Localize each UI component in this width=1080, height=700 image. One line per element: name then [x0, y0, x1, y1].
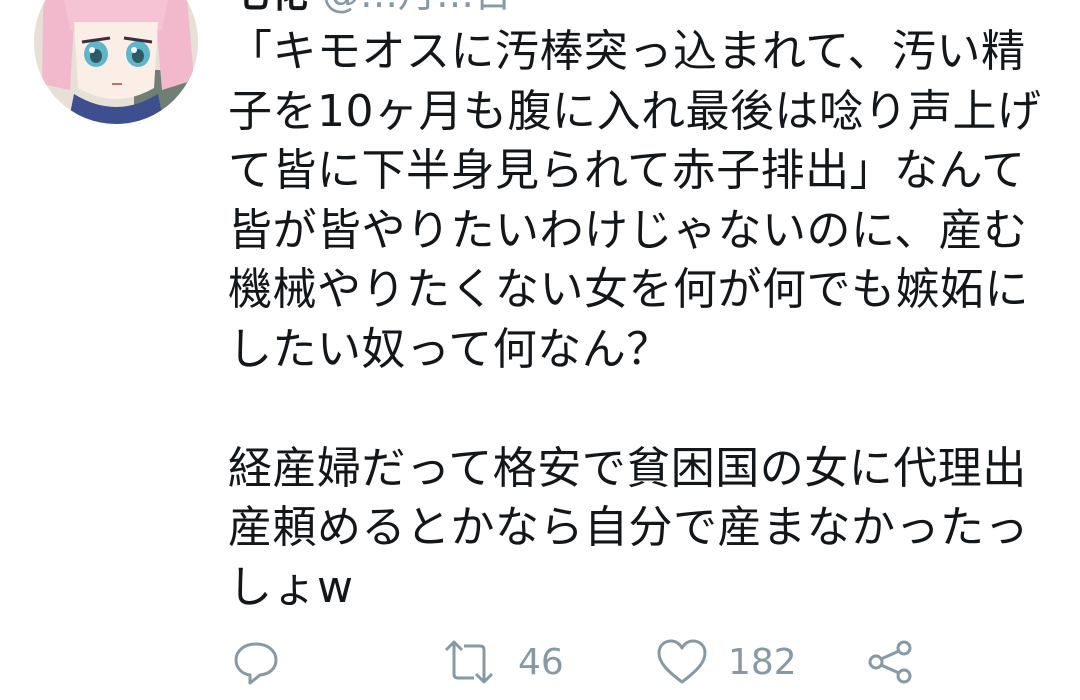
author-handle[interactable]: @…月…日	[322, 0, 512, 16]
retweet-icon	[440, 638, 498, 686]
share-button[interactable]	[866, 630, 916, 694]
retweet-count: 46	[518, 641, 564, 683]
tweet: 七花 @…月…日 「キモオスに汚棒突っ込まれて、汚い精子を10ヶ月も腹に入れ最後は…	[0, 0, 1080, 700]
share-icon	[866, 638, 916, 686]
reply-button[interactable]	[232, 630, 280, 694]
tweet-text: 「キモオスに汚棒突っ込まれて、汚い精子を10ヶ月も腹に入れ最後は唸り声上げて皆に…	[228, 26, 1042, 613]
retweet-button[interactable]: 46	[440, 630, 564, 694]
like-count: 182	[728, 641, 797, 683]
author-name[interactable]: 七花	[232, 0, 308, 16]
avatar-image	[34, 0, 198, 124]
reply-icon	[232, 638, 280, 686]
tweet-actions: 46 182	[0, 630, 1080, 694]
tweet-header: 七花 @…月…日	[232, 0, 512, 14]
heart-icon	[656, 638, 708, 686]
avatar[interactable]	[34, 0, 198, 124]
like-button[interactable]: 182	[656, 630, 797, 694]
